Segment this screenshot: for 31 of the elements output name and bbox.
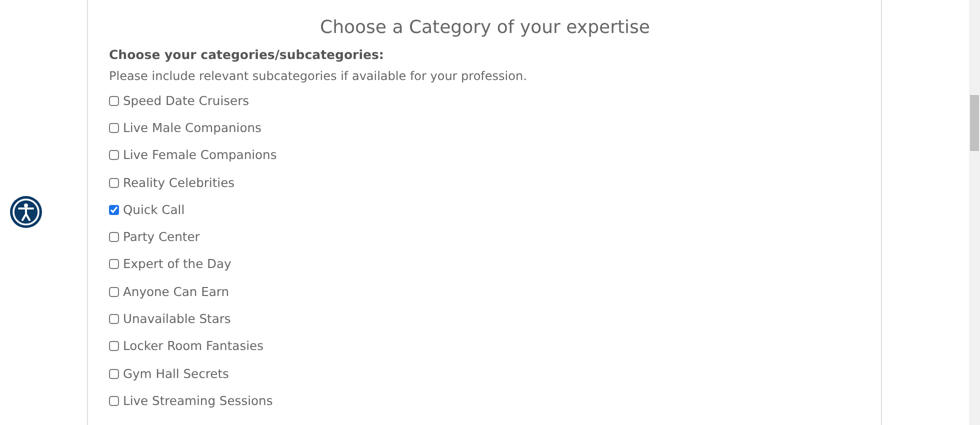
category-label[interactable]: Live Male Companions <box>123 120 262 135</box>
scrollbar-thumb[interactable] <box>970 95 979 151</box>
category-checkbox[interactable] <box>109 122 119 133</box>
accessibility-icon <box>10 196 42 228</box>
category-checkbox[interactable] <box>109 178 119 188</box>
category-label[interactable]: Party Center <box>123 230 200 244</box>
category-checkbox[interactable] <box>109 232 119 242</box>
category-label[interactable]: Speed Date Cruisers <box>123 94 250 108</box>
category-checkbox[interactable] <box>109 259 119 270</box>
category-checkbox[interactable] <box>109 396 119 406</box>
category-label[interactable]: Reality Celebrities <box>123 176 235 190</box>
category-checkbox[interactable] <box>109 314 119 324</box>
category-label[interactable]: Gym Hall Secrets <box>123 366 229 381</box>
form-title: Choose a Category of your expertise <box>319 16 651 40</box>
scrollbar[interactable] <box>969 0 980 425</box>
category-checkbox[interactable] <box>109 341 119 352</box>
section-heading: Choose your categories/subcategories: <box>109 46 385 64</box>
category-checkbox[interactable] <box>109 150 119 160</box>
accessibility-button[interactable] <box>10 196 42 228</box>
category-label[interactable]: Anyone Can Earn <box>123 284 230 299</box>
category-checkbox[interactable] <box>109 204 119 215</box>
category-label[interactable]: Live Female Companions <box>123 148 277 162</box>
category-label[interactable]: Unavailable Stars <box>123 312 231 326</box>
category-checkbox[interactable] <box>109 96 119 106</box>
category-label[interactable]: Locker Room Fantasies <box>123 339 264 354</box>
category-label[interactable]: Quick Call <box>123 202 185 217</box>
category-checkbox[interactable] <box>109 368 119 379</box>
category-label[interactable]: Expert of the Day <box>123 257 232 272</box>
hint-text: Please include relevant subcategories if available for your profession. <box>109 68 528 85</box>
category-checkbox[interactable] <box>109 286 119 297</box>
category-label[interactable]: Live Streaming Sessions <box>123 394 273 408</box>
